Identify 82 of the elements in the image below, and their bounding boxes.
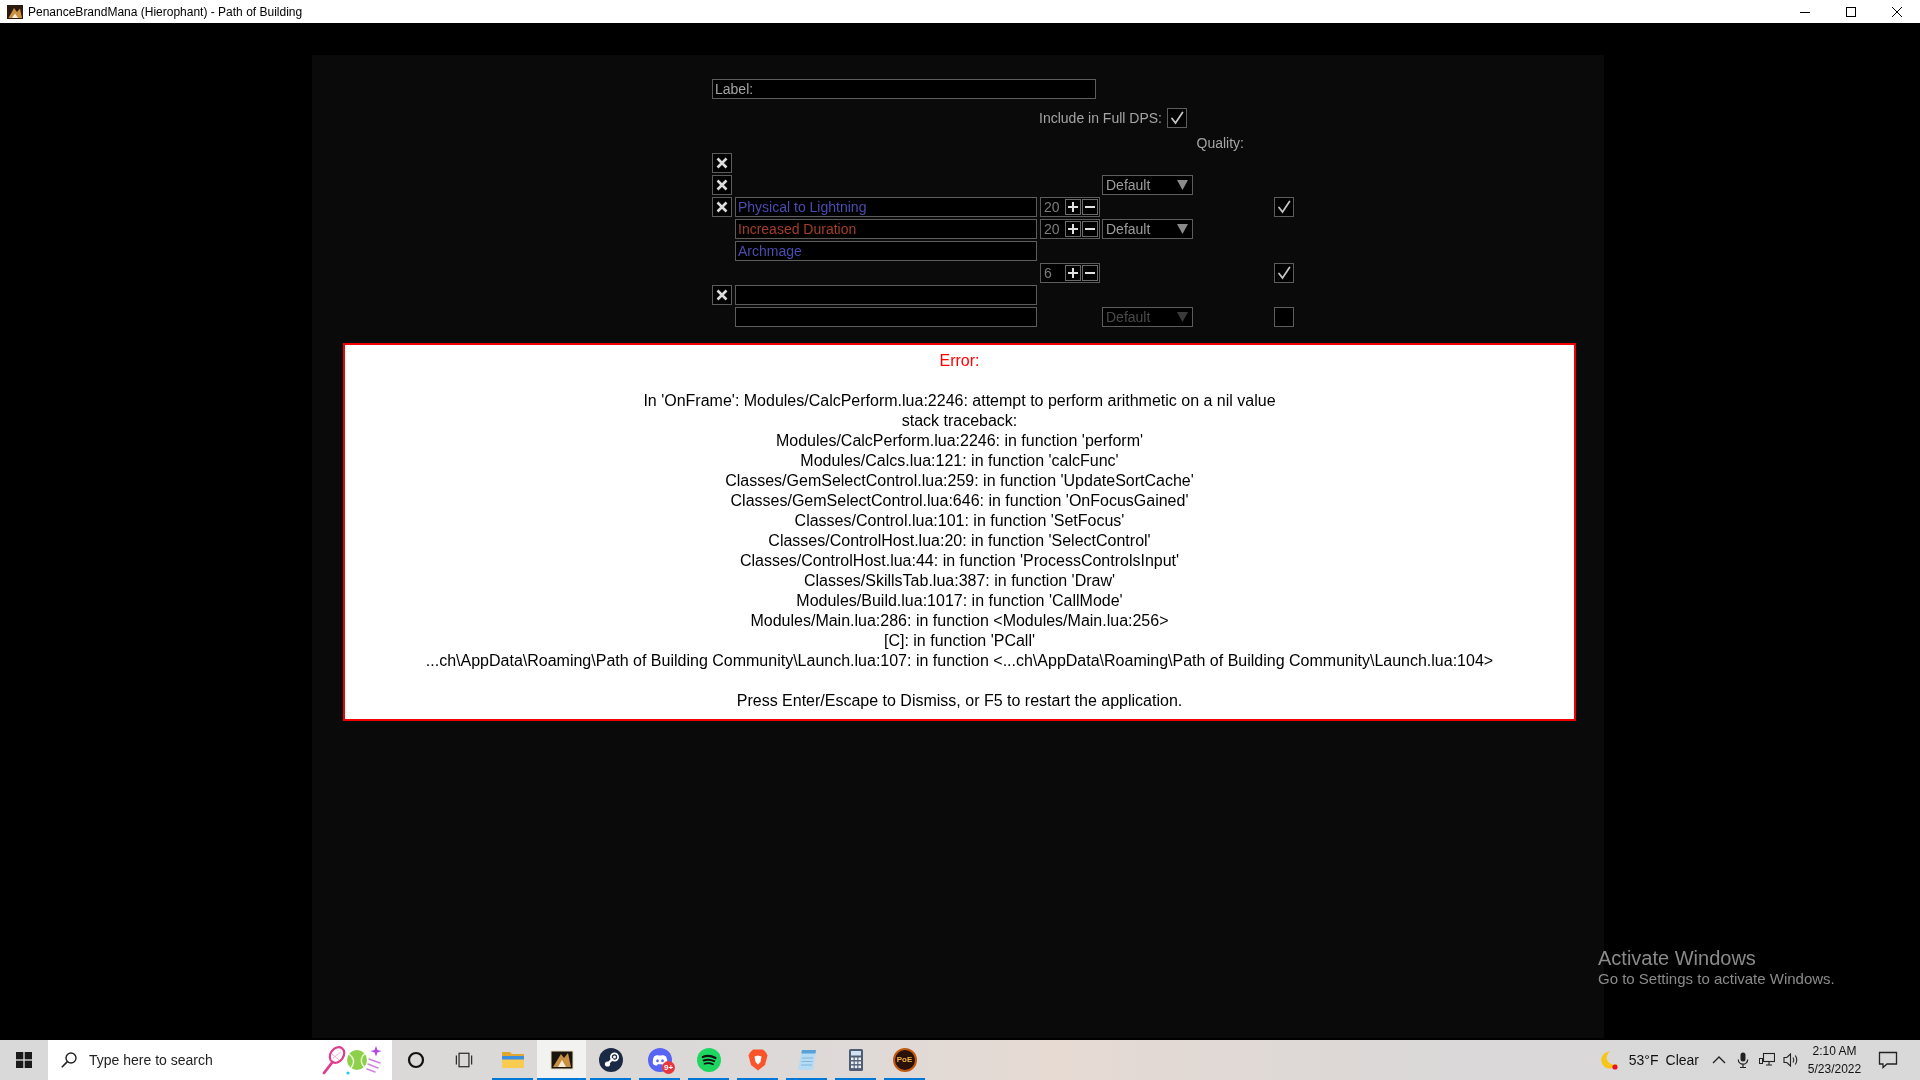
plus-icon [1068, 268, 1078, 278]
emblem-logo: PoE [892, 1048, 917, 1072]
level-field[interactable]: 20 [1040, 197, 1100, 217]
checkbox[interactable] [1274, 263, 1294, 283]
quality-dropdown[interactable]: Default [1102, 175, 1193, 195]
increase-button[interactable] [1065, 265, 1081, 281]
traceback-line: Classes/GemSelectControl.lua:646: in function 'OnFocusGained' [730, 491, 1189, 511]
increase-button[interactable] [1065, 221, 1081, 237]
search-icon [61, 1052, 77, 1068]
quality-dropdown[interactable]: Default [1102, 219, 1193, 239]
traceback-line: Modules/Calcs.lua:121: in function 'calcFunc' [800, 451, 1119, 471]
piston-logo-icon [598, 1048, 623, 1072]
app-tile-icon [549, 1048, 574, 1072]
check-icon [1277, 266, 1291, 280]
check-icon [1170, 111, 1184, 125]
error-message: In 'OnFrame': Modules/CalcPerform.lua:2246: attempt to perform arithmetic on a nil value [643, 391, 1276, 411]
notification-badge: 9+ [662, 1061, 675, 1074]
decrease-button[interactable] [1082, 265, 1098, 281]
dropdown-arrow-icon [1177, 312, 1188, 322]
weather-condition-label[interactable]: Clear [1665, 1052, 1699, 1068]
gem-name-field[interactable] [735, 307, 1037, 327]
windows-logo-icon [16, 1052, 32, 1068]
traceback-line: Classes/ControlHost.lua:20: in function 'SelectControl' [768, 531, 1151, 551]
maximize-icon [1846, 6, 1856, 17]
dropdown-arrow-icon [1177, 180, 1188, 190]
full-dps-label: Include in Full DPS: [1039, 110, 1162, 126]
taskbar-app-button[interactable]: PoE [880, 1040, 929, 1080]
cross-icon [716, 157, 728, 169]
traceback-line: Modules/CalcPerform.lua:2246: in function 'perform' [775, 431, 1144, 451]
traceback-line: Modules/Main.lua:286: in function <Modules/Main.lua:256> [750, 611, 1169, 631]
taskbar-app-button[interactable]: 9+ [635, 1040, 684, 1080]
cross-icon [716, 201, 728, 213]
quality-heading: Quality: [1196, 135, 1244, 151]
clock-time[interactable]: 2:10 AM [1812, 1043, 1857, 1059]
temperature-label[interactable]: 53°F [1628, 1052, 1659, 1068]
plus-icon [1068, 202, 1078, 212]
level-field[interactable]: 6 [1040, 263, 1100, 283]
search-input[interactable]: Type here to search [89, 1051, 320, 1069]
plus-icon [1068, 224, 1078, 234]
label-field[interactable]: Label: [712, 79, 1096, 99]
activation-title: Activate Windows [1598, 946, 1756, 970]
remove-button[interactable] [712, 285, 732, 305]
search-bar[interactable]: Type here to search [48, 1040, 392, 1080]
remove-button[interactable] [712, 197, 732, 217]
microphone-icon [1735, 1052, 1751, 1068]
level-field[interactable]: 20 [1040, 219, 1100, 239]
traceback-line: Classes/ControlHost.lua:44: in function 'ProcessControlsInput' [739, 551, 1180, 571]
traceback-line: Classes/Control.lua:101: in function 'SetFocus' [794, 511, 1125, 531]
dropdown-arrow-icon [1177, 224, 1188, 234]
check-icon [1277, 200, 1291, 214]
dismiss-hint: Press Enter/Escape to Dismiss, or F5 to restart the application. [736, 691, 1183, 711]
error-title: Error: [939, 351, 980, 371]
increase-button[interactable] [1065, 199, 1081, 215]
network-icon [1759, 1052, 1775, 1068]
clock-date[interactable]: 5/23/2022 [1807, 1061, 1862, 1077]
traceback-line: [C]: in function 'PCall' [883, 631, 1036, 651]
checkbox[interactable] [1274, 197, 1294, 217]
remove-button[interactable] [712, 153, 732, 173]
traceback-heading: stack traceback: [901, 411, 1018, 431]
taskbar-app-button[interactable] [537, 1040, 586, 1080]
traceback-line: Classes/SkillsTab.lua:387: in function 'Draw' [803, 571, 1116, 591]
checkbox[interactable] [1167, 108, 1187, 128]
ring-icon [407, 1051, 425, 1069]
traceback-line: Modules/Build.lua:1017: in function 'CallMode' [796, 591, 1123, 611]
notification-icon [1878, 1051, 1898, 1069]
cross-icon [716, 179, 728, 191]
close-icon [1892, 6, 1902, 17]
task-view-icon [455, 1051, 473, 1069]
sound-waves-icon [696, 1048, 721, 1072]
activation-hint: Go to Settings to activate Windows. [1598, 970, 1835, 988]
traceback-line: ...ch\AppData\Roaming\Path of Building Community\Launch.lua:107: in function <...ch\AppData\Roaming\Path of Building Community\Launch.lua:104> [425, 651, 1494, 671]
checkbox[interactable] [1274, 307, 1294, 327]
window-title: PenanceBrandMana (Hierophant) - Path of Building [28, 4, 304, 19]
gem-name-field[interactable] [735, 285, 1037, 305]
app-icon [7, 3, 23, 20]
moon-icon[interactable] [1598, 1050, 1619, 1070]
speaker-icon [1783, 1052, 1799, 1068]
decrease-button[interactable] [1082, 221, 1098, 237]
traceback-line: Classes/GemSelectControl.lua:259: in function 'UpdateSortCache' [725, 471, 1194, 491]
remove-button[interactable] [712, 175, 732, 195]
cross-icon [716, 289, 728, 301]
decrease-button[interactable] [1082, 199, 1098, 215]
